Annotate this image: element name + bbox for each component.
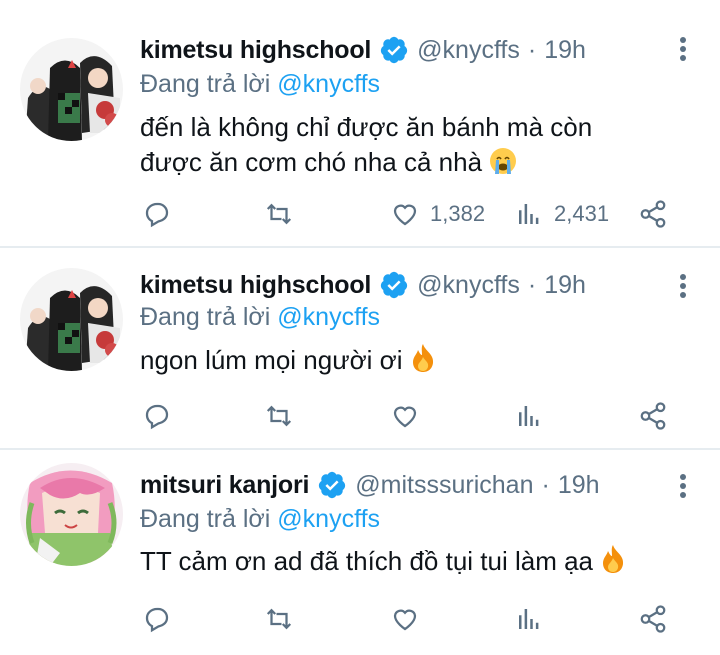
tweet-text-line: được ăn cơm chó nha cả nhà: [140, 145, 680, 180]
separator-dot: ·: [527, 270, 537, 299]
tweet[interactable]: mitsuri kanjori @mitsssurichan · 19h Đan…: [0, 449, 720, 655]
replying-to-label: Đang trả lời: [140, 303, 271, 331]
analytics-icon: [519, 204, 539, 224]
tweet-actions: 1,382 2,431: [140, 194, 680, 234]
display-name[interactable]: kimetsu highschool: [140, 271, 371, 300]
verified-badge-icon: [381, 271, 408, 299]
timestamp[interactable]: 19h: [544, 271, 586, 300]
avatar[interactable]: [20, 268, 123, 371]
tweet-actions: [140, 396, 680, 436]
view-count: 2,431: [554, 201, 610, 226]
retweet-button[interactable]: [264, 396, 294, 436]
replying-to: Đang trả lời @knycffs: [140, 505, 380, 534]
replying-to-label: Đang trả lời: [140, 70, 271, 98]
replying-to: Đang trả lời @knycffs: [140, 70, 380, 99]
tweet[interactable]: kimetsu highschool @knycffs · 19h Đang t…: [0, 0, 720, 247]
replying-to: Đang trả lời @knycffs: [140, 303, 380, 332]
reply-icon: [145, 607, 169, 633]
share-button[interactable]: [638, 599, 668, 639]
reply-icon: [145, 404, 169, 430]
verified-badge-icon: [319, 471, 346, 499]
crying-face-emoji: [490, 148, 517, 174]
verified-badge-icon: [381, 36, 408, 64]
retweet-icon: [266, 405, 292, 427]
tweet-text: TT cảm ơn ad đã thích đồ tụi tui làm ạa: [140, 544, 680, 579]
reply-icon: [145, 202, 169, 228]
tweet-text-line-content: được ăn cơm chó nha cả nhà: [140, 147, 483, 177]
replying-to-link[interactable]: @knycffs: [277, 505, 380, 533]
like-button[interactable]: [390, 599, 420, 639]
share-button[interactable]: [638, 194, 668, 234]
share-icon: [640, 402, 666, 430]
handle[interactable]: @mitsssurichan: [355, 471, 533, 500]
timestamp[interactable]: 19h: [544, 36, 586, 65]
share-icon: [640, 605, 666, 633]
tweet-header: kimetsu highschool @knycffs · 19h: [140, 268, 586, 302]
heart-icon: [393, 406, 417, 428]
fire-emoji: [412, 344, 433, 372]
more-options-icon[interactable]: [678, 34, 688, 64]
tweet[interactable]: kimetsu highschool @knycffs · 19h Đang t…: [0, 247, 720, 449]
share-icon: [640, 200, 666, 228]
retweet-icon: [266, 608, 292, 630]
tweet-text: đến là không chỉ được ăn bánh mà còn đượ…: [140, 110, 680, 180]
more-options-icon[interactable]: [678, 271, 688, 301]
replying-to-link[interactable]: @knycffs: [277, 303, 380, 331]
like-button[interactable]: [390, 396, 420, 436]
analytics-icon: [519, 609, 539, 629]
more-options-icon[interactable]: [678, 471, 688, 501]
views-button[interactable]: [514, 599, 544, 639]
tweet-text-line: TT cảm ơn ad đã thích đồ tụi tui làm ạa: [140, 546, 594, 576]
retweet-icon: [266, 203, 292, 225]
analytics-icon: [519, 406, 539, 426]
like-button[interactable]: 1,382: [390, 194, 485, 234]
display-name[interactable]: kimetsu highschool: [140, 36, 371, 65]
handle[interactable]: @knycffs: [417, 271, 520, 300]
retweet-button[interactable]: [264, 194, 294, 234]
replying-to-label: Đang trả lời: [140, 505, 271, 533]
heart-icon: [393, 204, 417, 226]
avatar[interactable]: [20, 463, 123, 566]
reply-button[interactable]: [142, 396, 172, 436]
tweet-text-line: đến là không chỉ được ăn bánh mà còn: [140, 112, 593, 142]
heart-icon: [393, 609, 417, 631]
views-button[interactable]: [514, 396, 544, 436]
fire-emoji: [603, 545, 624, 573]
views-button[interactable]: 2,431: [514, 194, 609, 234]
timestamp[interactable]: 19h: [558, 471, 600, 500]
tweet-actions: [140, 599, 680, 639]
avatar[interactable]: [20, 38, 123, 141]
reply-button[interactable]: [142, 194, 172, 234]
handle[interactable]: @knycffs: [417, 36, 520, 65]
tweet-text-line: ngon lúm mọi người ơi: [140, 345, 403, 375]
display-name[interactable]: mitsuri kanjori: [140, 471, 309, 500]
replying-to-link[interactable]: @knycffs: [277, 70, 380, 98]
share-button[interactable]: [638, 396, 668, 436]
separator-dot: ·: [527, 35, 537, 64]
like-count: 1,382: [430, 201, 486, 226]
tweet-header: mitsuri kanjori @mitsssurichan · 19h: [140, 468, 600, 502]
separator-dot: ·: [541, 470, 550, 499]
reply-button[interactable]: [142, 599, 172, 639]
retweet-button[interactable]: [264, 599, 294, 639]
tweet-header: kimetsu highschool @knycffs · 19h: [140, 33, 586, 67]
tweet-text: ngon lúm mọi người ơi: [140, 343, 680, 378]
